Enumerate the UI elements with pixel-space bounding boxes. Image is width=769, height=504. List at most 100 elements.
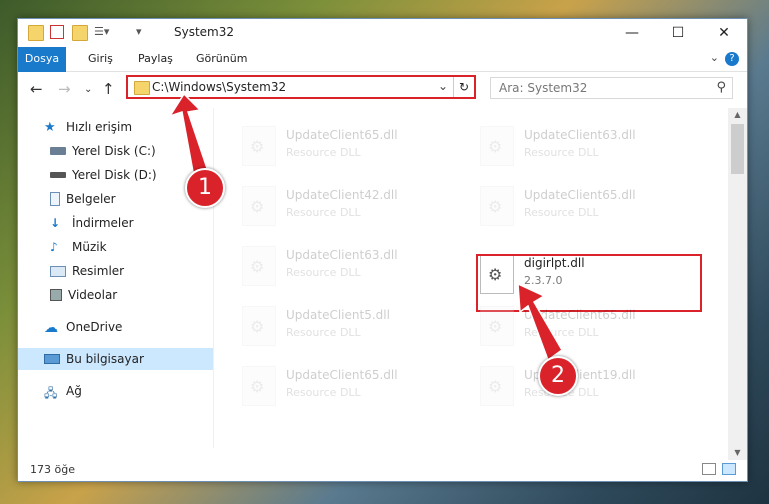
file-type: Resource DLL (286, 146, 361, 159)
list-item[interactable]: UpdateClient65.dll Resource DLL (480, 182, 690, 230)
item-count: 173 öğe (30, 463, 75, 476)
sidebar-item-label: Videolar (68, 288, 118, 302)
computer-icon (44, 354, 60, 364)
callout-badge-2: 2 (538, 356, 578, 396)
file-type: Resource DLL (286, 386, 361, 399)
cloud-icon: ☁ (44, 320, 58, 336)
sidebar-item-label: İndirmeler (72, 216, 134, 230)
sidebar-item-drive-c[interactable]: Yerel Disk (C:) 📌 (18, 140, 245, 162)
file-name: UpdateClient63.dll (524, 128, 636, 142)
chevron-down-icon[interactable]: ⌄ (438, 79, 448, 93)
dll-file-icon (242, 366, 276, 406)
folder-icon (28, 25, 44, 41)
address-path[interactable]: C:\Windows\System32 (152, 80, 286, 94)
sidebar-item-this-pc[interactable]: Bu bilgisayar (18, 348, 213, 370)
new-folder-icon[interactable] (72, 25, 88, 41)
dll-file-icon (480, 186, 514, 226)
maximize-button[interactable]: ☐ (655, 19, 701, 47)
sidebar-item-quick-access[interactable]: ★ Hızlı erişim (18, 116, 239, 138)
search-icon[interactable]: ⚲ (716, 80, 726, 95)
search-input[interactable]: Ara: System32 (499, 81, 587, 95)
navigation-bar: ← → ⌄ ↑ C:\Windows\System32 ⌄ ↻ Ara: Sys… (18, 72, 747, 108)
file-type: Resource DLL (524, 146, 599, 159)
network-icon: 🖧 (44, 386, 58, 400)
list-item[interactable]: UpdateClient63.dll Resource DLL (480, 122, 690, 170)
minimize-button[interactable]: — (609, 19, 655, 47)
ribbon-tabs: Dosya Giriş Paylaş Görünüm ⌄ ? (18, 47, 747, 95)
list-item[interactable]: UpdateClient5.dll Resource DLL (242, 302, 452, 350)
up-button[interactable]: ↑ (102, 80, 115, 98)
dll-file-icon (480, 126, 514, 166)
file-type: Resource DLL (286, 326, 361, 339)
file-name: UpdateClient65.dll (524, 188, 636, 202)
dll-file-icon (480, 306, 514, 346)
sidebar-item-videos[interactable]: Videolar 📌 (18, 284, 245, 306)
list-item[interactable]: UpdateClient19.dll Resource DLL (480, 362, 690, 410)
download-icon: ↓ (50, 216, 61, 230)
sidebar-item-music[interactable]: ♪ Müzik 📌 (18, 236, 245, 258)
file-list: UpdateClient65.dll Resource DLL UpdateCl… (214, 108, 726, 448)
list-item[interactable]: UpdateClient63.dll Resource DLL (242, 242, 452, 290)
file-name: UpdateClient5.dll (286, 308, 390, 322)
properties-icon[interactable] (50, 25, 64, 39)
help-icon[interactable]: ? (725, 52, 739, 66)
list-item[interactable]: UpdateClient65.dll Resource DLL (242, 362, 452, 410)
file-name: UpdateClient63.dll (286, 248, 398, 262)
close-button[interactable]: ✕ (701, 19, 747, 47)
recent-locations-button[interactable]: ⌄ (84, 84, 92, 95)
scroll-up-icon[interactable]: ▲ (728, 108, 747, 122)
title-bar: ☰▾ ▾ System32 — ☐ ✕ (18, 19, 747, 47)
expand-ribbon-icon[interactable]: ⌄ (710, 51, 719, 64)
tab-share[interactable]: Paylaş (128, 47, 183, 71)
explorer-window: ☰▾ ▾ System32 — ☐ ✕ Dosya Giriş Paylaş G… (17, 18, 748, 482)
sidebar-item-onedrive[interactable]: ☁ OneDrive (18, 316, 239, 338)
drive-icon (50, 172, 66, 178)
sidebar-item-label: Yerel Disk (D:) (72, 168, 157, 182)
vertical-scrollbar[interactable]: ▲ ▼ (728, 108, 747, 460)
navigation-pane: ★ Hızlı erişim Yerel Disk (C:) 📌 Yerel D… (18, 108, 237, 448)
file-type: Resource DLL (286, 206, 361, 219)
video-icon (50, 289, 62, 301)
file-type: Resource DLL (524, 326, 599, 339)
search-box[interactable]: Ara: System32 ⚲ (490, 77, 733, 99)
sidebar-item-label: Hızlı erişim (66, 120, 133, 134)
dll-file-icon (242, 186, 276, 226)
customize-toolbar-icon[interactable]: ☰▾ (94, 25, 109, 39)
scroll-thumb[interactable] (731, 124, 744, 174)
file-name: UpdateClient65.dll (524, 308, 636, 322)
address-bar[interactable]: C:\Windows\System32 ⌄ ↻ (126, 75, 476, 99)
list-item[interactable]: UpdateClient65.dll Resource DLL (242, 122, 452, 170)
chevron-down-icon[interactable]: ▾ (136, 25, 150, 39)
list-item[interactable]: UpdateClient42.dll Resource DLL (242, 182, 452, 230)
sidebar-item-pictures[interactable]: Resimler 📌 (18, 260, 245, 282)
refresh-button[interactable]: ↻ (453, 77, 474, 97)
documents-icon (50, 192, 60, 206)
dll-file-icon (242, 306, 276, 346)
dll-file-icon (242, 126, 276, 166)
scroll-down-icon[interactable]: ▼ (728, 446, 747, 460)
tab-view[interactable]: Görünüm (186, 47, 257, 71)
drive-icon (50, 147, 66, 155)
file-type: Resource DLL (524, 206, 599, 219)
back-button[interactable]: ← (30, 80, 43, 98)
file-name: UpdateClient65.dll (286, 128, 398, 142)
folder-icon (134, 81, 150, 95)
window-title: System32 (174, 25, 235, 39)
list-item[interactable]: UpdateClient65.dll Resource DLL (480, 302, 690, 350)
dll-file-icon (242, 246, 276, 286)
forward-button[interactable]: → (58, 80, 71, 98)
sidebar-item-label: Ağ (66, 384, 82, 398)
sidebar-item-downloads[interactable]: ↓ İndirmeler 📌 (18, 212, 245, 234)
tab-home[interactable]: Giriş (78, 47, 123, 71)
sidebar-item-label: Bu bilgisayar (66, 352, 144, 366)
status-bar: 173 öğe (18, 460, 747, 481)
star-icon: ★ (44, 120, 56, 135)
callout-badge-1: 1 (185, 168, 225, 208)
sidebar-item-label: Müzik (72, 240, 107, 254)
large-icons-view-icon[interactable] (722, 463, 736, 475)
details-view-icon[interactable] (702, 463, 716, 475)
dll-file-icon (480, 366, 514, 406)
sidebar-item-network[interactable]: 🖧 Ağ (18, 380, 239, 402)
file-type: Resource DLL (286, 266, 361, 279)
sidebar-item-label: OneDrive (66, 320, 123, 334)
